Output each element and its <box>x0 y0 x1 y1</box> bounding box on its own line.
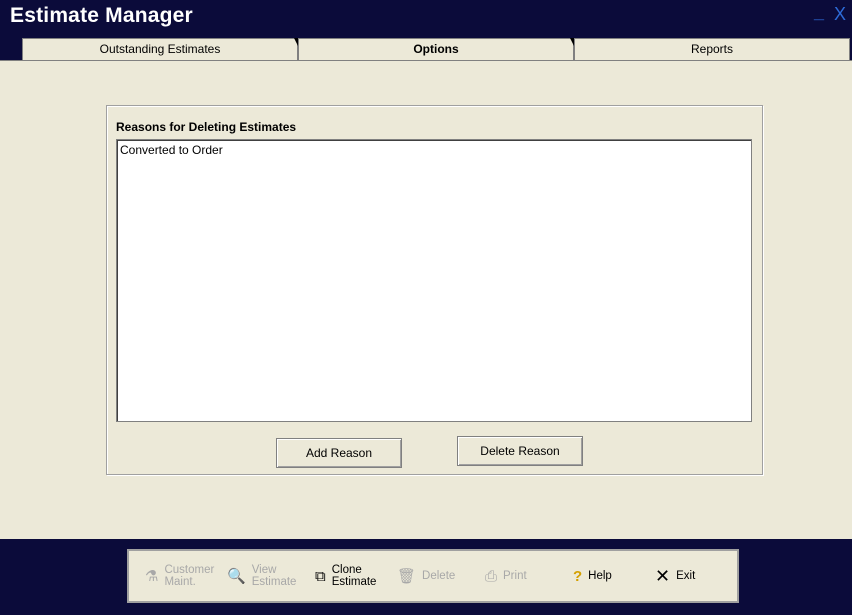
print-button[interactable]: ⎙ Print <box>485 551 527 601</box>
customer-maint-label: Customer Maint. <box>164 564 214 588</box>
exit-label: Exit <box>676 570 696 582</box>
view-estimate-line2: Estimate <box>251 576 297 588</box>
window-title: Estimate Manager <box>10 4 193 27</box>
customer-maint-line2: Maint. <box>164 576 196 588</box>
clone-estimate-line1: Clone <box>331 564 362 576</box>
trash-icon: 🗑 <box>397 568 417 585</box>
add-reason-button[interactable]: Add Reason <box>276 438 402 468</box>
options-panel: Reasons for Deleting Estimates Converted… <box>0 60 852 539</box>
customer-maint-button[interactable]: ⚗ Customer Maint. <box>145 551 214 601</box>
tab-label: Options <box>413 42 459 56</box>
tab-outstanding-estimates[interactable]: Outstanding Estimates <box>22 38 298 60</box>
delete-label: Delete <box>422 570 456 582</box>
clone-estimate-line2: Estimate <box>331 576 377 588</box>
customer-maint-line1: Customer <box>164 564 215 576</box>
tab-options[interactable]: Options <box>298 38 574 60</box>
list-item[interactable]: Converted to Order <box>117 140 751 160</box>
copy-documents-icon: ⧉ <box>315 567 326 585</box>
add-reason-label: Add Reason <box>305 446 373 460</box>
tab-strip: Outstanding Estimates Options Reports <box>0 38 852 60</box>
help-label: Help <box>588 570 612 582</box>
delete-reason-button[interactable]: Delete Reason <box>457 436 583 466</box>
view-estimate-line1: View <box>251 564 277 576</box>
printer-icon: ⎙ <box>485 567 498 585</box>
clone-estimate-label: Clone Estimate <box>332 564 377 588</box>
reasons-group: Reasons for Deleting Estimates Converted… <box>106 105 763 475</box>
tab-reports[interactable]: Reports <box>574 38 850 60</box>
group-title: Reasons for Deleting Estimates <box>116 120 297 134</box>
tab-label: Outstanding Estimates <box>99 42 221 56</box>
delete-reason-label: Delete Reason <box>480 444 560 458</box>
minimize-button[interactable]: _ <box>814 2 824 23</box>
close-button[interactable]: X <box>834 4 846 25</box>
print-label: Print <box>503 570 527 582</box>
view-estimate-button[interactable]: 🔍 View Estimate <box>227 551 296 601</box>
person-icon: ⚗ <box>145 568 159 585</box>
bottom-toolbar: ⚗ Customer Maint. 🔍 View Estimate ⧉ Clon… <box>127 549 739 603</box>
exit-button[interactable]: ✕ Exit <box>655 551 695 601</box>
question-icon: ? <box>573 567 583 585</box>
clone-estimate-button[interactable]: ⧉ Clone Estimate <box>315 551 376 601</box>
delete-button[interactable]: 🗑 Delete <box>397 551 455 601</box>
tab-label: Reports <box>690 42 734 56</box>
x-icon: ✕ <box>655 565 671 586</box>
view-estimate-label: View Estimate <box>252 564 297 588</box>
reasons-listbox[interactable]: Converted to Order <box>116 139 752 422</box>
magnify-document-icon: 🔍 <box>227 568 246 585</box>
help-button[interactable]: ? Help <box>573 551 612 601</box>
